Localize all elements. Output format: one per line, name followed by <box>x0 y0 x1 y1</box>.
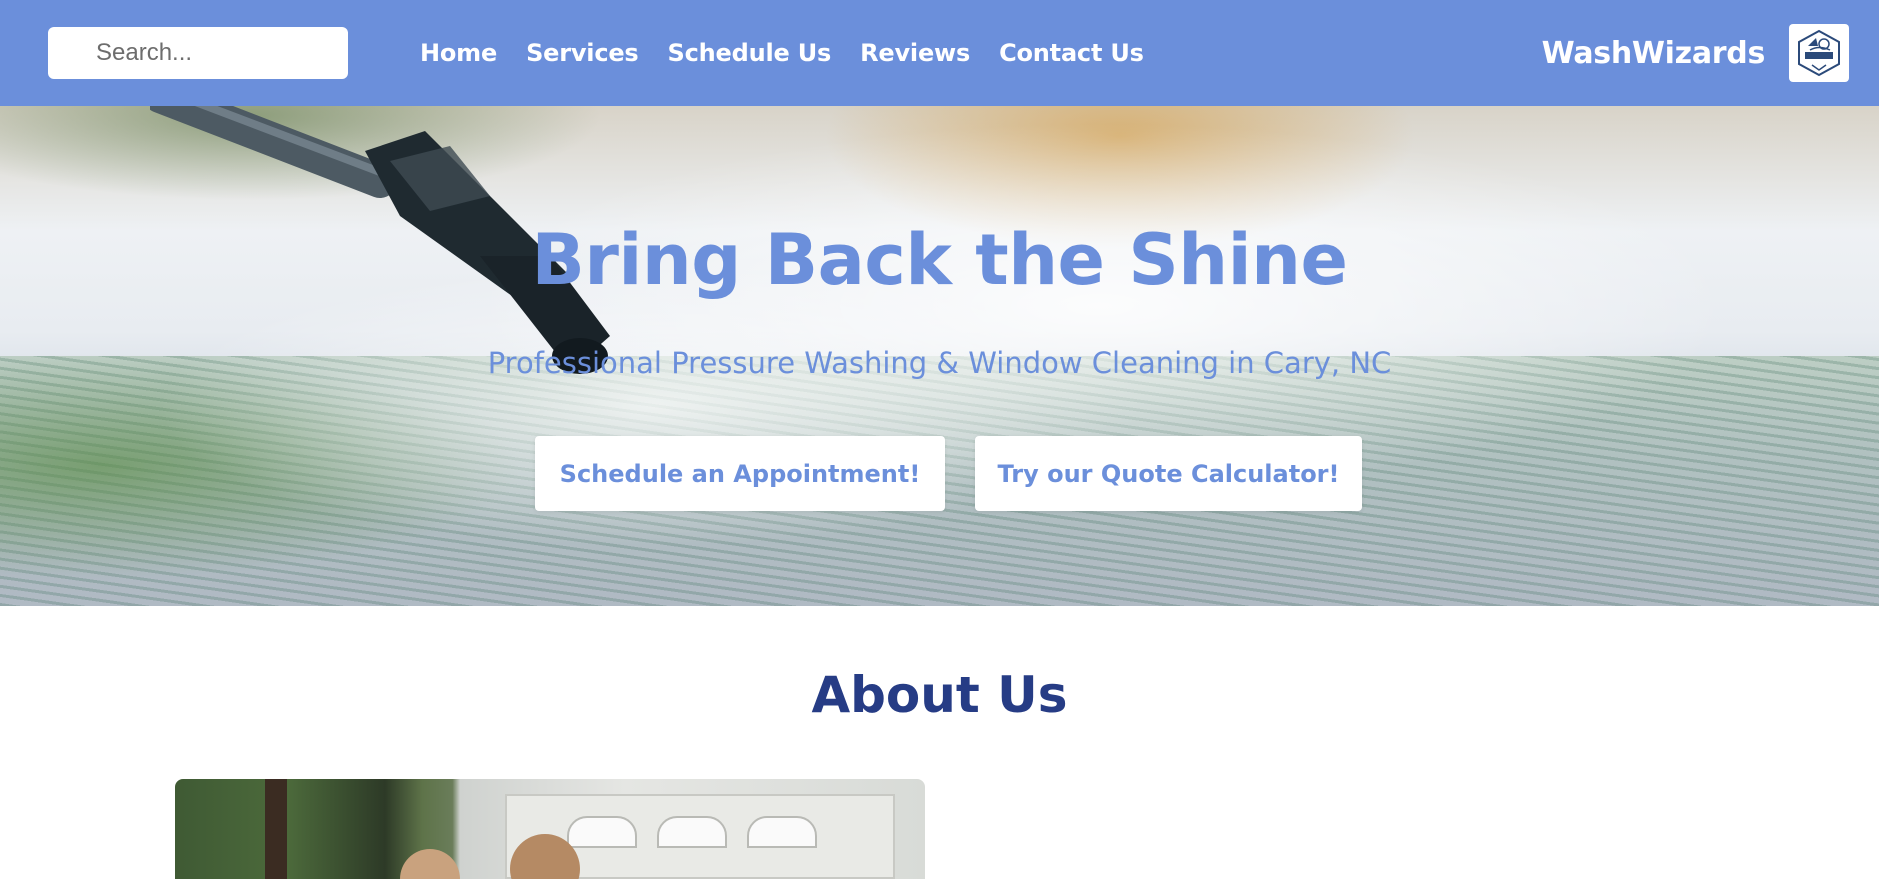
hero-subtitle: Professional Pressure Washing & Window C… <box>487 346 1392 380</box>
nav-schedule-link[interactable]: Schedule Us <box>668 39 832 67</box>
hero-title: Bring Back the Shine <box>531 219 1348 301</box>
photo-garage-window <box>657 816 727 848</box>
nav-reviews-link[interactable]: Reviews <box>860 39 970 67</box>
photo-tree <box>265 779 287 879</box>
about-team-photo <box>175 779 925 879</box>
brand-name[interactable]: WashWizards <box>1542 0 1766 106</box>
photo-garage-window <box>567 816 637 848</box>
about-section: About Us <box>0 606 1879 879</box>
hero-section: Bring Back the Shine Professional Pressu… <box>0 106 1879 606</box>
nav-contact-link[interactable]: Contact Us <box>999 39 1144 67</box>
site-header: Home Services Schedule Us Reviews Contac… <box>0 0 1879 106</box>
nav-home-link[interactable]: Home <box>420 39 497 67</box>
photo-person <box>400 849 460 879</box>
photo-garage-window <box>747 816 817 848</box>
schedule-appointment-button[interactable]: Schedule an Appointment! <box>535 436 945 511</box>
quote-calculator-button[interactable]: Try our Quote Calculator! <box>975 436 1362 511</box>
search-input[interactable] <box>48 27 348 79</box>
about-title: About Us <box>811 666 1068 724</box>
brand-logo[interactable] <box>1789 24 1849 82</box>
nav-services-link[interactable]: Services <box>526 39 639 67</box>
wizard-badge-icon <box>1798 29 1840 77</box>
main-nav: Home Services Schedule Us Reviews Contac… <box>420 0 1144 106</box>
